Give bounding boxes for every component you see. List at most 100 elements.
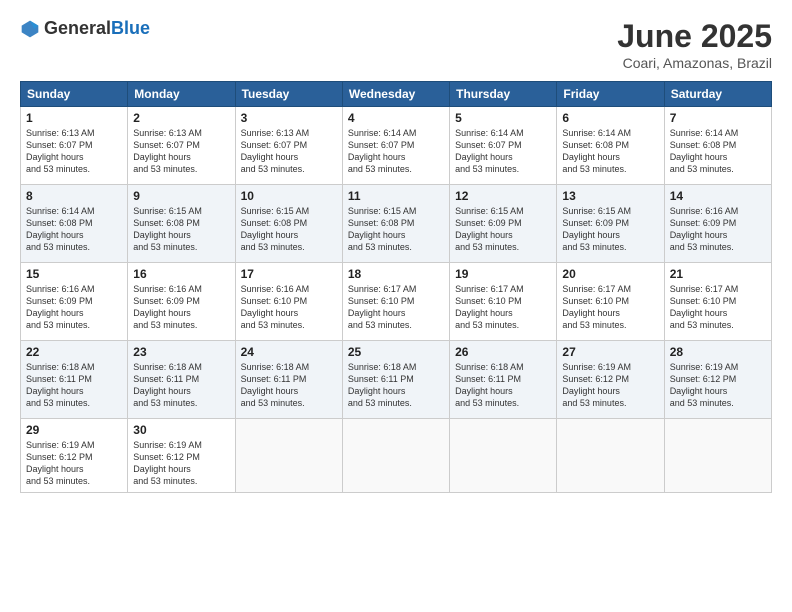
day-number: 9 <box>133 189 229 203</box>
day-info: Sunrise: 6:18 AM Sunset: 6:11 PM Dayligh… <box>455 361 551 410</box>
calendar-cell: 17 Sunrise: 6:16 AM Sunset: 6:10 PM Dayl… <box>235 263 342 341</box>
day-number: 29 <box>26 423 122 437</box>
day-info: Sunrise: 6:15 AM Sunset: 6:08 PM Dayligh… <box>133 205 229 254</box>
day-info: Sunrise: 6:14 AM Sunset: 6:07 PM Dayligh… <box>455 127 551 176</box>
day-info: Sunrise: 6:14 AM Sunset: 6:08 PM Dayligh… <box>26 205 122 254</box>
day-info: Sunrise: 6:18 AM Sunset: 6:11 PM Dayligh… <box>133 361 229 410</box>
day-number: 14 <box>670 189 766 203</box>
calendar-cell: 3 Sunrise: 6:13 AM Sunset: 6:07 PM Dayli… <box>235 107 342 185</box>
day-number: 27 <box>562 345 658 359</box>
calendar-cell: 2 Sunrise: 6:13 AM Sunset: 6:07 PM Dayli… <box>128 107 235 185</box>
calendar-cell: 12 Sunrise: 6:15 AM Sunset: 6:09 PM Dayl… <box>450 185 557 263</box>
calendar-cell: 18 Sunrise: 6:17 AM Sunset: 6:10 PM Dayl… <box>342 263 449 341</box>
day-info: Sunrise: 6:14 AM Sunset: 6:08 PM Dayligh… <box>670 127 766 176</box>
calendar-weekday-header: Tuesday <box>235 82 342 107</box>
logo: GeneralBlue <box>20 18 150 39</box>
calendar-cell: 15 Sunrise: 6:16 AM Sunset: 6:09 PM Dayl… <box>21 263 128 341</box>
day-info: Sunrise: 6:17 AM Sunset: 6:10 PM Dayligh… <box>562 283 658 332</box>
day-number: 1 <box>26 111 122 125</box>
calendar-title: June 2025 <box>617 18 772 55</box>
page: GeneralBlue June 2025 Coari, Amazonas, B… <box>0 0 792 612</box>
day-info: Sunrise: 6:19 AM Sunset: 6:12 PM Dayligh… <box>26 439 122 488</box>
calendar-cell: 20 Sunrise: 6:17 AM Sunset: 6:10 PM Dayl… <box>557 263 664 341</box>
calendar-cell: 26 Sunrise: 6:18 AM Sunset: 6:11 PM Dayl… <box>450 341 557 419</box>
calendar-cell: 25 Sunrise: 6:18 AM Sunset: 6:11 PM Dayl… <box>342 341 449 419</box>
calendar-weekday-header: Monday <box>128 82 235 107</box>
day-info: Sunrise: 6:19 AM Sunset: 6:12 PM Dayligh… <box>562 361 658 410</box>
day-info: Sunrise: 6:15 AM Sunset: 6:09 PM Dayligh… <box>562 205 658 254</box>
day-number: 16 <box>133 267 229 281</box>
calendar-cell <box>342 419 449 493</box>
day-number: 21 <box>670 267 766 281</box>
day-info: Sunrise: 6:14 AM Sunset: 6:08 PM Dayligh… <box>562 127 658 176</box>
day-number: 23 <box>133 345 229 359</box>
day-number: 17 <box>241 267 337 281</box>
calendar-cell: 24 Sunrise: 6:18 AM Sunset: 6:11 PM Dayl… <box>235 341 342 419</box>
calendar-weekday-header: Thursday <box>450 82 557 107</box>
day-number: 26 <box>455 345 551 359</box>
calendar-cell: 22 Sunrise: 6:18 AM Sunset: 6:11 PM Dayl… <box>21 341 128 419</box>
day-info: Sunrise: 6:19 AM Sunset: 6:12 PM Dayligh… <box>133 439 229 488</box>
calendar-cell: 8 Sunrise: 6:14 AM Sunset: 6:08 PM Dayli… <box>21 185 128 263</box>
day-info: Sunrise: 6:15 AM Sunset: 6:09 PM Dayligh… <box>455 205 551 254</box>
day-number: 19 <box>455 267 551 281</box>
day-number: 6 <box>562 111 658 125</box>
day-number: 12 <box>455 189 551 203</box>
calendar-cell: 6 Sunrise: 6:14 AM Sunset: 6:08 PM Dayli… <box>557 107 664 185</box>
day-info: Sunrise: 6:13 AM Sunset: 6:07 PM Dayligh… <box>133 127 229 176</box>
calendar-table: SundayMondayTuesdayWednesdayThursdayFrid… <box>20 81 772 493</box>
calendar-cell: 4 Sunrise: 6:14 AM Sunset: 6:07 PM Dayli… <box>342 107 449 185</box>
calendar-cell: 29 Sunrise: 6:19 AM Sunset: 6:12 PM Dayl… <box>21 419 128 493</box>
day-number: 30 <box>133 423 229 437</box>
calendar-cell: 9 Sunrise: 6:15 AM Sunset: 6:08 PM Dayli… <box>128 185 235 263</box>
day-info: Sunrise: 6:14 AM Sunset: 6:07 PM Dayligh… <box>348 127 444 176</box>
calendar-cell <box>557 419 664 493</box>
calendar-cell: 30 Sunrise: 6:19 AM Sunset: 6:12 PM Dayl… <box>128 419 235 493</box>
day-number: 24 <box>241 345 337 359</box>
day-info: Sunrise: 6:13 AM Sunset: 6:07 PM Dayligh… <box>241 127 337 176</box>
day-info: Sunrise: 6:19 AM Sunset: 6:12 PM Dayligh… <box>670 361 766 410</box>
day-number: 5 <box>455 111 551 125</box>
calendar-location: Coari, Amazonas, Brazil <box>617 55 772 71</box>
calendar-cell: 10 Sunrise: 6:15 AM Sunset: 6:08 PM Dayl… <box>235 185 342 263</box>
calendar-cell: 16 Sunrise: 6:16 AM Sunset: 6:09 PM Dayl… <box>128 263 235 341</box>
calendar-cell: 14 Sunrise: 6:16 AM Sunset: 6:09 PM Dayl… <box>664 185 771 263</box>
day-number: 10 <box>241 189 337 203</box>
day-info: Sunrise: 6:15 AM Sunset: 6:08 PM Dayligh… <box>241 205 337 254</box>
title-block: June 2025 Coari, Amazonas, Brazil <box>617 18 772 71</box>
calendar-cell: 23 Sunrise: 6:18 AM Sunset: 6:11 PM Dayl… <box>128 341 235 419</box>
header: GeneralBlue June 2025 Coari, Amazonas, B… <box>20 18 772 71</box>
day-info: Sunrise: 6:17 AM Sunset: 6:10 PM Dayligh… <box>670 283 766 332</box>
day-number: 25 <box>348 345 444 359</box>
day-info: Sunrise: 6:18 AM Sunset: 6:11 PM Dayligh… <box>26 361 122 410</box>
day-number: 11 <box>348 189 444 203</box>
day-number: 20 <box>562 267 658 281</box>
day-number: 13 <box>562 189 658 203</box>
calendar-header-row: SundayMondayTuesdayWednesdayThursdayFrid… <box>21 82 772 107</box>
calendar-cell: 11 Sunrise: 6:15 AM Sunset: 6:08 PM Dayl… <box>342 185 449 263</box>
day-number: 4 <box>348 111 444 125</box>
day-info: Sunrise: 6:18 AM Sunset: 6:11 PM Dayligh… <box>241 361 337 410</box>
day-info: Sunrise: 6:15 AM Sunset: 6:08 PM Dayligh… <box>348 205 444 254</box>
day-number: 2 <box>133 111 229 125</box>
day-info: Sunrise: 6:18 AM Sunset: 6:11 PM Dayligh… <box>348 361 444 410</box>
logo-general: GeneralBlue <box>44 18 150 39</box>
calendar-cell <box>664 419 771 493</box>
calendar-cell: 27 Sunrise: 6:19 AM Sunset: 6:12 PM Dayl… <box>557 341 664 419</box>
calendar-cell: 5 Sunrise: 6:14 AM Sunset: 6:07 PM Dayli… <box>450 107 557 185</box>
day-info: Sunrise: 6:17 AM Sunset: 6:10 PM Dayligh… <box>348 283 444 332</box>
day-info: Sunrise: 6:16 AM Sunset: 6:09 PM Dayligh… <box>670 205 766 254</box>
logo-icon <box>20 19 40 39</box>
calendar-cell: 13 Sunrise: 6:15 AM Sunset: 6:09 PM Dayl… <box>557 185 664 263</box>
calendar-cell <box>235 419 342 493</box>
calendar-cell: 19 Sunrise: 6:17 AM Sunset: 6:10 PM Dayl… <box>450 263 557 341</box>
day-number: 28 <box>670 345 766 359</box>
day-number: 22 <box>26 345 122 359</box>
day-info: Sunrise: 6:13 AM Sunset: 6:07 PM Dayligh… <box>26 127 122 176</box>
calendar-weekday-header: Sunday <box>21 82 128 107</box>
day-info: Sunrise: 6:16 AM Sunset: 6:09 PM Dayligh… <box>133 283 229 332</box>
calendar-cell: 21 Sunrise: 6:17 AM Sunset: 6:10 PM Dayl… <box>664 263 771 341</box>
day-number: 3 <box>241 111 337 125</box>
day-number: 15 <box>26 267 122 281</box>
day-number: 18 <box>348 267 444 281</box>
